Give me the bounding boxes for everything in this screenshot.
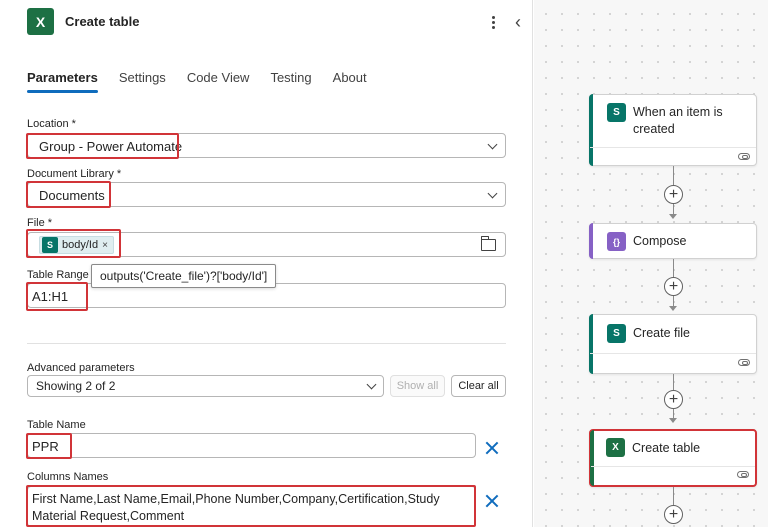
clear-all-button[interactable]: Clear all — [451, 375, 506, 397]
library-dropdown[interactable]: Documents — [27, 182, 506, 207]
divider — [27, 343, 506, 344]
card-accent — [589, 314, 593, 374]
range-label: Table Range * — [27, 269, 97, 281]
advanced-parameters-dropdown[interactable]: Showing 2 of 2 — [27, 375, 384, 397]
dynamic-content-token[interactable]: S body/Id × — [39, 236, 114, 254]
tab-parameters[interactable]: Parameters — [27, 70, 98, 93]
remove-parameter-icon[interactable] — [484, 493, 500, 509]
sharepoint-icon: S — [42, 237, 58, 253]
library-value: Documents — [39, 188, 105, 203]
file-field[interactable]: S body/Id × — [27, 232, 506, 257]
excel-icon: X — [606, 438, 625, 457]
folder-icon[interactable] — [481, 236, 496, 251]
columns-input[interactable]: First Name,Last Name,Email,Phone Number,… — [27, 486, 476, 527]
add-step-icon[interactable]: + — [664, 390, 683, 409]
panel-tabs: Parameters Settings Code View Testing Ab… — [27, 70, 388, 93]
tab-about[interactable]: About — [333, 70, 367, 91]
connector-line — [673, 166, 674, 186]
link-icon — [737, 471, 749, 478]
card-divider — [591, 466, 755, 467]
table-name-value: PPR — [32, 439, 59, 454]
range-value: A1:H1 — [32, 289, 69, 304]
remove-parameter-icon[interactable] — [484, 440, 500, 456]
connector-line — [673, 296, 674, 306]
table-name-label: Table Name — [27, 419, 86, 431]
card-divider — [590, 353, 756, 354]
excel-icon: X — [27, 8, 54, 35]
card-divider — [590, 147, 756, 148]
chevron-down-icon — [366, 379, 377, 390]
flow-card-compose[interactable]: {} Compose — [589, 223, 757, 259]
card-accent — [589, 94, 593, 166]
card-title: Create table — [632, 441, 701, 455]
connector-line — [673, 374, 674, 391]
flow-canvas[interactable]: S When an item is created + {} Compose +… — [534, 0, 768, 527]
link-icon — [738, 359, 750, 366]
advanced-label: Advanced parameters — [27, 362, 135, 374]
action-panel: X Create table ‹ Parameters Settings Cod… — [0, 0, 533, 527]
remove-token-icon[interactable]: × — [102, 240, 108, 251]
collapse-panel-icon[interactable]: ‹ — [511, 13, 525, 31]
link-icon — [738, 153, 750, 160]
library-label: Document Library * — [27, 168, 122, 180]
card-title: Compose — [633, 234, 687, 248]
expression-tooltip: outputs('Create_file')?['body/Id'] — [91, 264, 277, 288]
chevron-down-icon — [487, 139, 498, 150]
arrow-down-icon — [669, 306, 677, 311]
more-options-icon[interactable] — [487, 12, 499, 32]
panel-title: Create table — [65, 14, 140, 29]
tab-code-view[interactable]: Code View — [187, 70, 250, 91]
card-title: Create file — [633, 326, 690, 340]
connector-line — [673, 259, 674, 277]
token-label: body/Id — [62, 239, 99, 251]
card-accent — [590, 430, 594, 486]
flow-card-trigger[interactable]: S When an item is created — [589, 94, 757, 166]
tab-testing[interactable]: Testing — [270, 70, 311, 91]
compose-icon: {} — [607, 232, 626, 251]
connector-line — [673, 204, 674, 214]
add-step-icon[interactable]: + — [664, 277, 683, 296]
columns-label: Columns Names — [27, 471, 109, 483]
file-label: File * — [27, 217, 53, 229]
location-label: Location * — [27, 118, 76, 130]
sharepoint-icon: S — [607, 324, 626, 343]
arrow-down-icon — [669, 418, 677, 423]
show-all-button[interactable]: Show all — [390, 375, 445, 397]
arrow-down-icon — [669, 214, 677, 219]
location-value: Group - Power Automate — [39, 139, 183, 154]
connector-line — [673, 487, 674, 505]
flow-card-create-table[interactable]: X Create table — [589, 429, 757, 487]
tab-settings[interactable]: Settings — [119, 70, 166, 91]
card-title: When an item is created — [633, 105, 723, 136]
chevron-down-icon — [487, 188, 498, 199]
location-dropdown[interactable]: Group - Power Automate — [27, 133, 506, 158]
flow-card-create-file[interactable]: S Create file — [589, 314, 757, 374]
advanced-value: Showing 2 of 2 — [36, 379, 116, 393]
sharepoint-icon: S — [607, 103, 626, 122]
table-name-input[interactable]: PPR — [27, 433, 476, 458]
add-step-icon[interactable]: + — [664, 185, 683, 204]
add-step-icon[interactable]: + — [664, 505, 683, 524]
card-accent — [589, 223, 593, 259]
